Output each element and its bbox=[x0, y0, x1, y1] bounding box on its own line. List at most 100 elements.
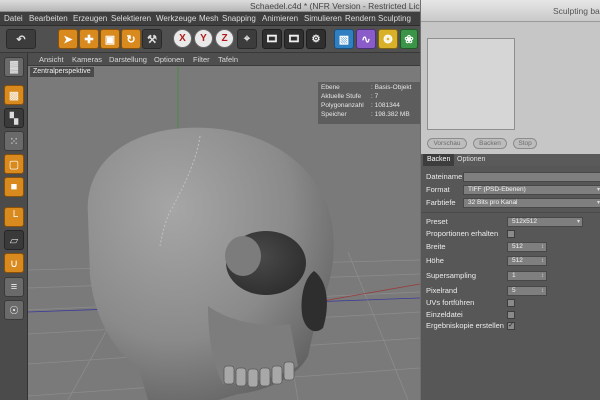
perspective-viewport[interactable]: Zentralperspektive Ebene : Basis-Objekt … bbox=[28, 66, 420, 400]
render-picture-viewer-button[interactable]: 🎞 bbox=[284, 29, 304, 49]
pixelrand-input[interactable]: 5 bbox=[507, 286, 547, 296]
points-mode-button[interactable]: ⁙ bbox=[4, 131, 24, 151]
hud-value-ebene: : Basis-Objekt bbox=[371, 84, 412, 91]
coordinate-system-button[interactable]: ⌖ bbox=[237, 29, 257, 49]
undo-icon: ↶ bbox=[16, 33, 26, 46]
deformer-button[interactable]: ❀ bbox=[400, 29, 418, 49]
nurbs-button[interactable]: ❂ bbox=[378, 29, 398, 49]
axis-mode-button[interactable]: └ bbox=[4, 207, 24, 227]
scale-tool-button[interactable]: ▣ bbox=[100, 29, 120, 49]
render-view-icon: 🎞 bbox=[265, 33, 279, 45]
render-settings-button[interactable]: ⚙ bbox=[306, 29, 326, 49]
menu-selektieren[interactable]: Selektieren bbox=[111, 12, 151, 26]
undo-button[interactable]: ↶ bbox=[6, 29, 36, 49]
einzeldatei-checkbox[interactable] bbox=[507, 311, 515, 319]
x-axis-button[interactable]: X bbox=[173, 29, 192, 48]
uvs-checkbox[interactable] bbox=[507, 299, 515, 307]
model-mode-button[interactable]: ▩ bbox=[4, 85, 24, 105]
coordinate-system-icon: ⌖ bbox=[243, 32, 251, 45]
texture-mode-icon: ▓ bbox=[9, 61, 19, 73]
supersampling-input[interactable]: 1 bbox=[507, 271, 547, 281]
recent-tools-button[interactable]: ⚒ bbox=[142, 29, 162, 49]
view-menu-optionen[interactable]: Optionen bbox=[154, 53, 184, 66]
cinema4d-window: Schaedel.c4d * (NFR Version - Restricted… bbox=[0, 0, 600, 400]
preview-button[interactable]: Vorschau bbox=[427, 138, 467, 149]
menu-mesh[interactable]: Mesh bbox=[199, 12, 219, 26]
menu-datei[interactable]: Datei bbox=[4, 12, 23, 26]
sculpting-bake-panel: Sculpting ba Vorschau Backen Stop Backen… bbox=[420, 0, 600, 400]
view-menu-filter[interactable]: Filter bbox=[193, 53, 210, 66]
proportionen-label: Proportionen erhalten bbox=[426, 229, 499, 238]
soft-selection-icon: ☉ bbox=[9, 304, 19, 317]
workplane-button[interactable]: ▱ bbox=[4, 230, 24, 250]
panel-titlebar: Sculpting ba bbox=[421, 0, 600, 22]
breite-input[interactable]: 512 bbox=[507, 242, 547, 252]
polygons-mode-icon: ■ bbox=[10, 181, 18, 193]
hud-label-polygonanzahl: Polygonanzahl bbox=[321, 102, 364, 109]
hud-value-stufe: : 7 bbox=[371, 93, 379, 100]
menu-animieren[interactable]: Animieren bbox=[262, 12, 298, 26]
skull-model bbox=[87, 127, 334, 400]
layers-button[interactable]: ≡ bbox=[4, 277, 24, 297]
stop-button[interactable]: Stop bbox=[513, 138, 537, 149]
menu-snapping[interactable]: Snapping bbox=[222, 12, 256, 26]
menu-werkzeuge[interactable]: Werkzeuge bbox=[156, 12, 196, 26]
rotate-tool-button[interactable]: ↻ bbox=[121, 29, 141, 49]
uvs-label: UVs fortführen bbox=[426, 298, 475, 307]
z-axis-button[interactable]: Z bbox=[215, 29, 234, 48]
render-picture-viewer-icon: 🎞 bbox=[287, 33, 301, 45]
x-axis-icon: X bbox=[179, 33, 186, 44]
checker-texture-button[interactable]: ▚ bbox=[4, 108, 24, 128]
nurbs-icon: ❂ bbox=[383, 33, 393, 46]
axis-mode-icon: └ bbox=[10, 211, 18, 223]
farbtiefe-select[interactable]: 32 Bits pro Kanal bbox=[463, 198, 600, 208]
tab-backen[interactable]: Backen bbox=[423, 154, 455, 166]
checker-texture-icon: ▚ bbox=[9, 112, 19, 125]
ergebniskopie-checkbox[interactable]: ✓ bbox=[507, 322, 515, 330]
cube-primitive-button[interactable]: ▧ bbox=[334, 29, 354, 49]
move-tool-button[interactable]: ✚ bbox=[79, 29, 99, 49]
menu-rendern[interactable]: Rendern bbox=[345, 12, 376, 26]
spline-icon: ∿ bbox=[361, 33, 371, 46]
proportionen-checkbox[interactable] bbox=[507, 230, 515, 238]
rotate-icon: ↻ bbox=[126, 33, 136, 46]
main-menubar: Datei Bearbeiten Erzeugen Selektieren We… bbox=[0, 12, 420, 26]
magnet-icon: ∪ bbox=[9, 257, 19, 270]
texture-mode-button[interactable]: ▓ bbox=[4, 57, 24, 77]
preset-label: Preset bbox=[426, 217, 448, 226]
bake-button[interactable]: Backen bbox=[473, 138, 507, 149]
magnet-button[interactable]: ∪ bbox=[4, 253, 24, 273]
render-view-button[interactable]: 🎞 bbox=[262, 29, 282, 49]
spline-button[interactable]: ∿ bbox=[356, 29, 376, 49]
einzeldatei-label: Einzeldatei bbox=[426, 310, 463, 319]
z-axis-icon: Z bbox=[221, 33, 228, 44]
menu-simulieren[interactable]: Simulieren bbox=[304, 12, 342, 26]
scale-icon: ▣ bbox=[104, 33, 116, 46]
edges-mode-button[interactable]: ▢ bbox=[4, 154, 24, 174]
y-axis-button[interactable]: Y bbox=[194, 29, 213, 48]
menu-sculpting[interactable]: Sculpting bbox=[378, 12, 411, 26]
tab-optionen[interactable]: Optionen bbox=[453, 154, 489, 166]
dateiname-input[interactable] bbox=[463, 172, 600, 182]
format-select[interactable]: TIFF (PSD-Ebenen) bbox=[463, 185, 600, 195]
preset-select[interactable]: 512x512 bbox=[507, 217, 583, 227]
menu-erzeugen[interactable]: Erzeugen bbox=[73, 12, 107, 26]
select-tool-button[interactable]: ➤ bbox=[58, 29, 78, 49]
hud-value-polygonanzahl: : 1081344 bbox=[371, 102, 400, 109]
panel-title: Sculpting ba bbox=[553, 6, 600, 16]
view-menu-kameras[interactable]: Kameras bbox=[72, 53, 102, 66]
menu-bearbeiten[interactable]: Bearbeiten bbox=[29, 12, 68, 26]
recent-tools-icon: ⚒ bbox=[147, 33, 157, 46]
mode-toolbar: ▓ ▩ ▚ ⁙ ▢ ■ └ ▱ ∪ ≡ ☉ bbox=[0, 53, 28, 400]
pixelrand-label: Pixelrand bbox=[426, 286, 458, 295]
view-menu-tafeln[interactable]: Tafeln bbox=[218, 53, 238, 66]
soft-selection-button[interactable]: ☉ bbox=[4, 300, 24, 320]
hoehe-label: Höhe bbox=[426, 256, 444, 265]
hoehe-input[interactable]: 512 bbox=[507, 256, 547, 266]
move-icon: ✚ bbox=[84, 33, 94, 46]
view-menu-darstellung[interactable]: Darstellung bbox=[109, 53, 147, 66]
hud-value-speicher: : 198.382 MB bbox=[371, 111, 410, 118]
points-mode-icon: ⁙ bbox=[9, 135, 19, 148]
polygons-mode-button[interactable]: ■ bbox=[4, 177, 24, 197]
view-menu-ansicht[interactable]: Ansicht bbox=[39, 53, 64, 66]
